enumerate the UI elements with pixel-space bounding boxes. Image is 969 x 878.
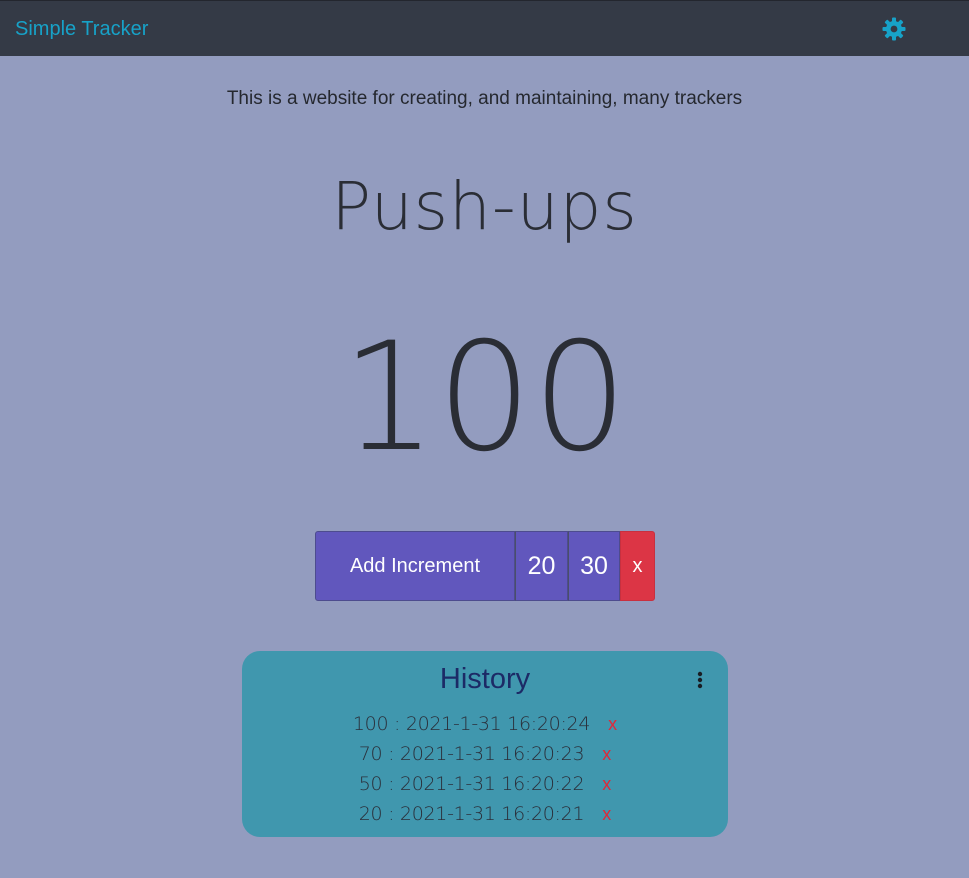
add-increment-button[interactable]: Add Increment [315, 531, 515, 601]
kebab-menu-icon[interactable] [694, 670, 706, 690]
history-entry-text: 70 : 2021-1-31 16:20:23 [358, 743, 585, 765]
navbar: Simple Tracker [0, 0, 969, 56]
delete-entry-button[interactable]: x [608, 714, 617, 734]
history-entry: 20 : 2021-1-31 16:20:21 x [242, 799, 728, 829]
brand-link[interactable]: Simple Tracker [15, 18, 148, 41]
delete-entry-button[interactable]: x [602, 774, 611, 794]
gear-icon[interactable] [882, 17, 906, 41]
delete-entry-button[interactable]: x [602, 804, 611, 824]
tracker-name: Push-ups [331, 168, 638, 245]
tagline: This is a website for creating, and main… [226, 88, 743, 109]
history-list: 100 : 2021-1-31 16:20:24 x 70 : 2021-1-31… [242, 709, 728, 829]
increment-20-button[interactable]: 20 [515, 531, 568, 601]
increment-30-button[interactable]: 30 [568, 531, 620, 601]
history-entry: 50 : 2021-1-31 16:20:22 x [242, 769, 728, 799]
history-entry-text: 20 : 2021-1-31 16:20:21 [358, 803, 585, 825]
history-entry: 100 : 2021-1-31 16:20:24 x [242, 709, 728, 739]
history-entry-text: 50 : 2021-1-31 16:20:22 [358, 773, 585, 795]
history-card: History 100 : 2021-1-31 16:20:24 x 70 : 2… [242, 651, 728, 837]
history-title: History [439, 663, 531, 695]
increment-button-group: Add Increment 20 30 x [315, 531, 655, 601]
history-entry: 70 : 2021-1-31 16:20:23 x [242, 739, 728, 769]
remove-tracker-button[interactable]: x [620, 531, 655, 601]
tracker-count: 100 [341, 311, 628, 485]
delete-entry-button[interactable]: x [602, 744, 611, 764]
history-entry-text: 100 : 2021-1-31 16:20:24 [352, 713, 591, 735]
